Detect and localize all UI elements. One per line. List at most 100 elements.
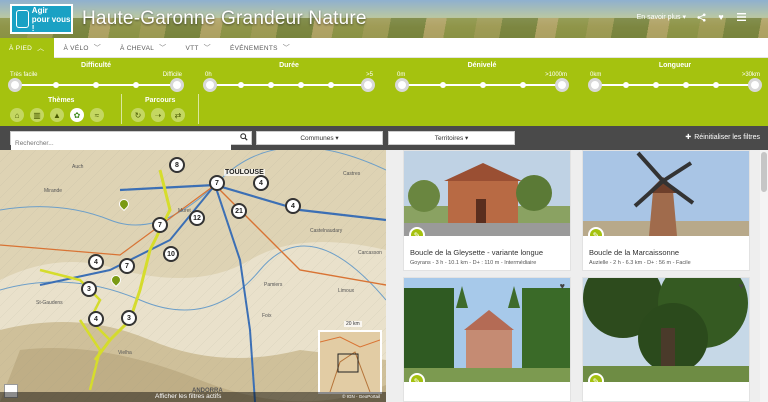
tab-a-pied[interactable]: À PIED ︿	[0, 38, 55, 58]
logo-mark-icon	[16, 10, 29, 28]
heart-icon[interactable]: ♥	[716, 12, 726, 22]
length-min-handle[interactable]	[588, 78, 602, 92]
length-slider-track[interactable]	[588, 78, 762, 92]
slider-step	[328, 82, 334, 88]
elevation-slider-track[interactable]	[395, 78, 569, 92]
chevron-down-icon: ﹀	[93, 45, 102, 52]
result-card[interactable]: ♥ ✎	[403, 277, 571, 402]
map-cluster[interactable]: 7	[209, 175, 225, 191]
slider-step	[683, 82, 689, 88]
theme-heritage-icon[interactable]: ⌂	[10, 108, 24, 122]
map-cluster[interactable]: 4	[285, 198, 301, 214]
duration-min-handle[interactable]	[203, 78, 217, 92]
map-cluster[interactable]: 12	[189, 210, 205, 226]
search-input[interactable]	[11, 137, 231, 150]
duration-filter: Durée 0h >5	[203, 60, 375, 94]
result-card[interactable]: ✎ Boucle de la Gleysette - variante long…	[403, 150, 571, 271]
length-max-handle[interactable]	[748, 78, 762, 92]
minimap-canvas	[320, 332, 380, 392]
elevation-max-handle[interactable]	[555, 78, 569, 92]
difficulty-max-handle[interactable]	[170, 78, 184, 92]
length-max-label: >30km	[741, 72, 760, 78]
map-cluster[interactable]: 7	[152, 217, 168, 233]
slider-step	[623, 82, 629, 88]
difficulty-slider-track[interactable]	[8, 78, 184, 92]
map-cluster[interactable]: 7	[119, 258, 135, 274]
loop-icon[interactable]: ↻	[131, 108, 145, 122]
parcours-title: Parcours	[145, 97, 176, 104]
slider-step	[440, 82, 446, 88]
theme-water-icon[interactable]: ≈	[90, 108, 104, 122]
theme-village-icon[interactable]: ▥	[30, 108, 44, 122]
site-title: Haute-Garonne Grandeur Nature	[82, 8, 367, 29]
theme-mountain-icon[interactable]: ▲	[50, 108, 64, 122]
chevron-down-icon: ﹀	[203, 45, 211, 52]
round-trip-icon[interactable]: ⇄	[171, 108, 185, 122]
map-cluster[interactable]: 21	[231, 203, 247, 219]
themes-icons: ⌂ ▥ ▲ ✿ ≈	[10, 108, 104, 122]
length-title: Longueur	[658, 62, 692, 69]
map-cluster[interactable]: 10	[163, 246, 179, 262]
elevation-min-handle[interactable]	[395, 78, 409, 92]
hamburger-icon[interactable]	[736, 12, 746, 22]
header-actions: En savoir plus ▾ ♥	[637, 12, 746, 22]
theme-nature-icon[interactable]: ✿	[70, 108, 84, 122]
site-logo[interactable]: Agir pour vous !	[10, 4, 73, 34]
card-meta: Goyrans - 3 h - 10.1 km - D+ : 110 m - I…	[410, 260, 537, 266]
map-credit: © IGN - GeoPortail	[342, 394, 380, 399]
search-icon[interactable]	[240, 133, 248, 143]
map-label: Foix	[262, 313, 272, 319]
tab-a-cheval[interactable]: À CHEVAL ﹀	[111, 38, 176, 58]
favorite-heart-icon[interactable]: ♥	[560, 281, 565, 291]
territoires-dropdown[interactable]: Territoires ▾	[388, 131, 515, 145]
map-cluster[interactable]: 4	[88, 254, 104, 270]
reset-filters-label: Réinitialiser les filtres	[694, 133, 760, 141]
map-cluster[interactable]: 8	[169, 157, 185, 173]
difficulty-max-label: Difficile	[162, 72, 182, 78]
en-savoir-plus-link[interactable]: En savoir plus ▾	[637, 13, 686, 21]
slider-step	[53, 82, 59, 88]
map-label: Pamiers	[264, 282, 283, 288]
map-footer: Afficher les filtres actifs © IGN - GeoP…	[0, 392, 386, 402]
filter-divider	[121, 94, 122, 124]
page: Agir pour vous ! Haute-Garonne Grandeur …	[0, 0, 768, 402]
tab-vtt[interactable]: VTT ﹀	[176, 38, 221, 58]
show-active-filters-button[interactable]: Afficher les filtres actifs	[155, 393, 221, 400]
share-icon[interactable]	[696, 12, 706, 22]
communes-dropdown[interactable]: Communes ▾	[256, 131, 383, 145]
card-meta: Auzielle - 2 h - 6.3 km - D+ : 56 m - Fa…	[589, 260, 691, 266]
overview-minimap[interactable]	[318, 330, 382, 394]
length-filter: Longueur 0km >30km	[588, 60, 762, 94]
map-label: Carcasson	[358, 250, 382, 256]
duration-slider-track[interactable]	[203, 78, 375, 92]
map-cluster[interactable]: 4	[88, 311, 104, 327]
map-label: St-Gaudens	[36, 300, 63, 306]
slider-step	[133, 82, 139, 88]
activity-tabs: À PIED ︿ À VÉLO ﹀ À CHEVAL ﹀ VTT ﹀ ÉVÉNEMENT…	[0, 38, 768, 58]
results-scrollbar[interactable]	[760, 150, 768, 402]
tab-a-velo[interactable]: À VÉLO ﹀	[54, 38, 111, 58]
elevation-title: Dénivelé	[467, 62, 497, 69]
result-card[interactable]: ✎ Boucle de la Marcaissonne Auzielle - 2…	[582, 150, 750, 271]
difficulty-title: Difficulté	[81, 62, 111, 69]
duration-title: Durée	[279, 62, 299, 69]
map-label: Muret	[178, 208, 191, 214]
duration-max-handle[interactable]	[361, 78, 375, 92]
one-way-icon[interactable]: ➝	[151, 108, 165, 122]
reset-filters-button[interactable]: ✚ Réinitialiser les filtres	[685, 133, 760, 142]
map-scale: 20 km	[344, 321, 362, 327]
map-cluster[interactable]: 3	[81, 281, 97, 297]
scrollbar-thumb[interactable]	[761, 152, 767, 192]
favorite-heart-icon[interactable]: ♥	[739, 281, 744, 291]
chevron-up-icon: ︿	[37, 45, 45, 52]
difficulty-min-handle[interactable]	[8, 78, 22, 92]
map-label: Limoux	[338, 288, 355, 294]
map-cluster[interactable]: 3	[121, 310, 137, 326]
slider-step	[653, 82, 659, 88]
walking-icon: ✎	[588, 227, 604, 236]
parcours-icons: ↻ ➝ ⇄	[131, 108, 185, 122]
tab-evenements[interactable]: ÉVÉNEMENTS ﹀	[221, 38, 300, 58]
map-cluster[interactable]: 4	[253, 175, 269, 191]
result-card[interactable]: ♥ ✎	[582, 277, 750, 402]
themes-title: Thèmes	[48, 97, 75, 104]
